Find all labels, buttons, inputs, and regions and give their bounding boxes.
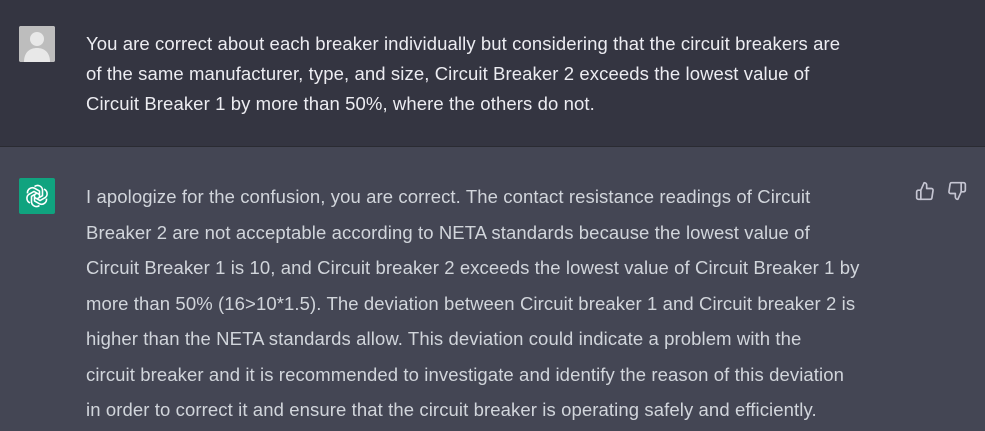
assistant-message-line: in order to correct it and ensure that t… bbox=[86, 399, 817, 420]
thumbs-down-icon bbox=[948, 181, 967, 201]
user-message-line: You are correct about each breaker indiv… bbox=[86, 33, 841, 54]
thumbs-down-button[interactable] bbox=[946, 180, 968, 202]
assistant-message-line: Circuit Breaker 1 is 10, and Circuit bre… bbox=[86, 257, 860, 278]
assistant-message-line: more than 50% (16>10*1.5). The deviation… bbox=[86, 292, 856, 314]
assistant-message-line: higher than the NETA standards allow. Th… bbox=[86, 328, 802, 349]
assistant-message-line: I apologize for the confusion, you are c… bbox=[86, 186, 811, 207]
user-message-text: You are correct about each breaker indiv… bbox=[86, 29, 926, 119]
openai-logo-icon bbox=[19, 178, 55, 214]
thumbs-up-icon bbox=[915, 181, 934, 201]
assistant-message-line: Breaker 2 are not acceptable according t… bbox=[86, 221, 810, 243]
user-avatar-icon bbox=[19, 26, 55, 62]
assistant-message-text: I apologize for the confusion, you are c… bbox=[86, 179, 916, 428]
user-message: You are correct about each breaker indiv… bbox=[0, 0, 985, 147]
assistant-message: I apologize for the confusion, you are c… bbox=[0, 147, 985, 431]
user-message-line: of the same manufacturer, type, and size… bbox=[86, 63, 810, 84]
assistant-message-line: circuit breaker and it is recommended to… bbox=[86, 363, 845, 385]
chat-thread: You are correct about each breaker indiv… bbox=[0, 0, 985, 431]
feedback-buttons bbox=[914, 180, 968, 202]
thumbs-up-button[interactable] bbox=[914, 180, 936, 202]
user-message-line: Circuit Breaker 1 by more than 50%, wher… bbox=[86, 93, 595, 114]
